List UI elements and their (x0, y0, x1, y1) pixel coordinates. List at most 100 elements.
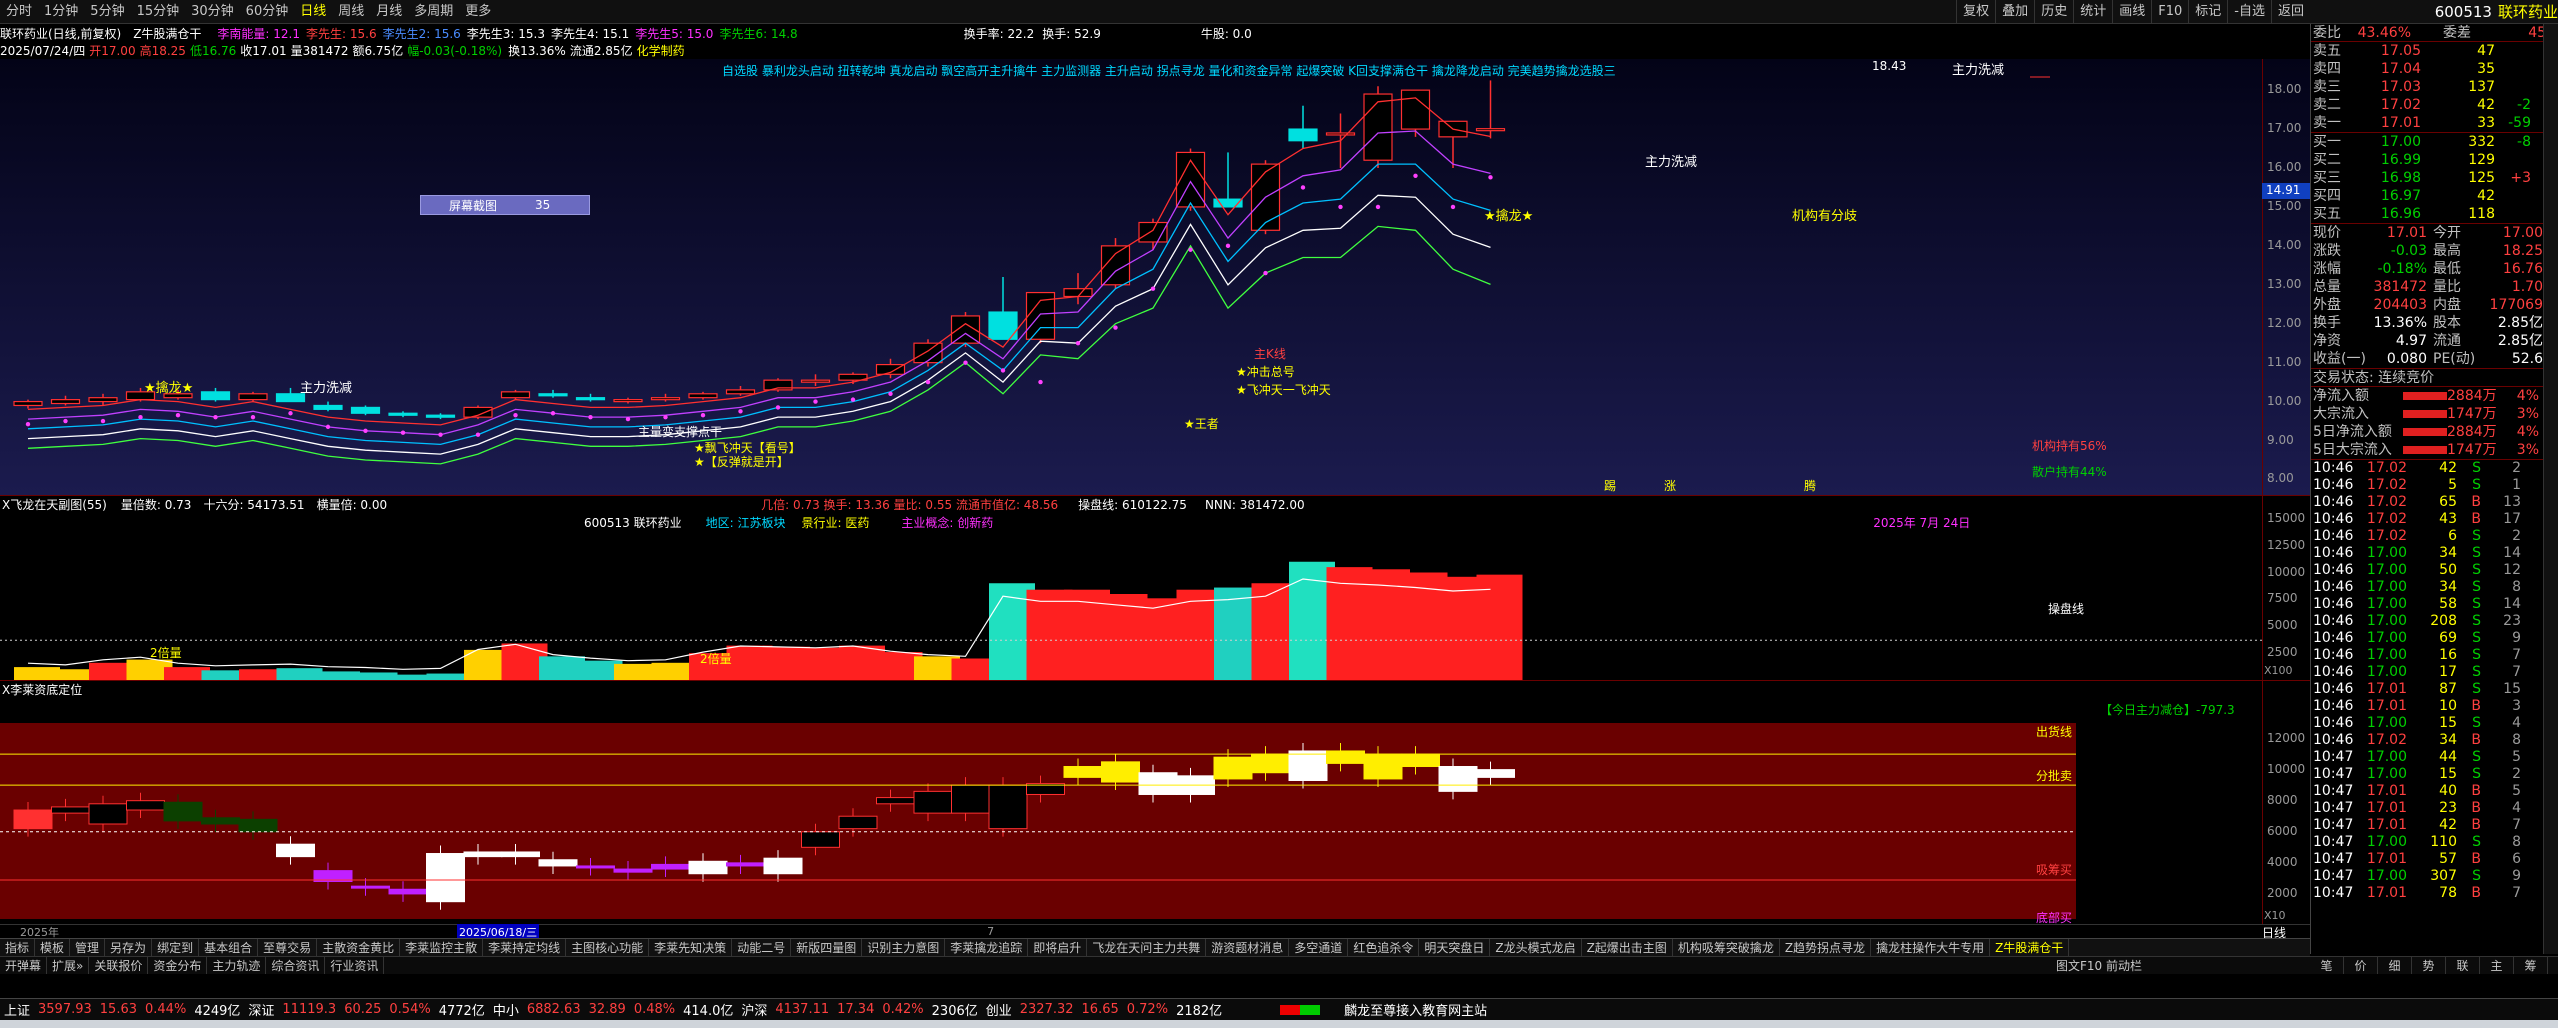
side-tab-6[interactable]: 筹 (2514, 956, 2548, 974)
tick-cell-0-4: 2 (2512, 460, 2521, 476)
toolbar-button-1[interactable]: 叠加 (1995, 0, 2034, 24)
cy-label[interactable]: 创业 (986, 1000, 1020, 1019)
indicator-tab-24[interactable]: 机构吸筹突破擒龙 (1673, 938, 1780, 957)
indicator-tab-13[interactable]: 新版四量图 (791, 938, 863, 957)
info-tab-5[interactable]: 综合资讯 (266, 956, 326, 975)
side-tab-1[interactable]: 价 (2344, 956, 2378, 974)
period-tab-7[interactable]: 周线 (332, 0, 370, 24)
period-tab-2[interactable]: 5分钟 (84, 0, 130, 24)
indicator-tab-21[interactable]: 明天突盘日 (1419, 938, 1491, 957)
side-tab-0[interactable]: 笔 (2310, 956, 2344, 974)
indicator-tab-12[interactable]: 动能二号 (732, 938, 792, 957)
indicator-tab-27[interactable]: Z牛股满仓干 (1990, 938, 2070, 957)
strategy-banner: 自选股 暴利龙头启动 扭转乾坤 真龙启动 飘空高开主升擒牛 主力监测器 主升启动… (722, 64, 1616, 78)
tick-row-21: 10:47 17.01 42 B 7 (2311, 817, 2558, 834)
indicator-tab-19[interactable]: 多空通道 (1289, 938, 1349, 957)
side-toolstrip[interactable] (2543, 24, 2558, 954)
indicator-tab-0[interactable]: 指标 (0, 938, 36, 957)
indicator-tab-25[interactable]: Z趋势拐点寻龙 (1780, 938, 1872, 957)
candle (725, 386, 756, 396)
period-tab-1[interactable]: 1分钟 (38, 0, 84, 24)
toolbar-button-3[interactable]: 统计 (2073, 0, 2112, 24)
volume-subchart[interactable]: X飞龙在天副图(55) 量倍数: 0.73 十六分: 54173.51 横量倍:… (0, 496, 2310, 680)
position-bar (1363, 746, 1403, 787)
indicator-tab-4[interactable]: 绑定到 (152, 938, 200, 957)
tick-row-9: 10:46 17.00 208 S 23 (2311, 613, 2558, 630)
indicator-tab-15[interactable]: 李莱擒龙追踪 (945, 938, 1029, 957)
position-bar (88, 795, 128, 832)
side-tab-4[interactable]: 联 (2446, 956, 2480, 974)
status-ad[interactable]: 麟龙至尊接入教育网主站 (1344, 1000, 1495, 1019)
screenshot-box[interactable]: 屏幕截图 35 (420, 195, 590, 215)
period-tab-4[interactable]: 30分钟 (185, 0, 240, 24)
tick-cell-25-4: 7 (2512, 885, 2521, 901)
main-kline-chart[interactable]: 自选股 暴利龙头启动 扭转乾坤 真龙启动 飘空高开主升擒牛 主力监测器 主升启动… (0, 59, 2310, 495)
toolbar-button-7[interactable]: -自选 (2227, 0, 2271, 24)
indicator-tab-8[interactable]: 李莱监控主散 (400, 938, 484, 957)
indicator-tab-3[interactable]: 另存为 (105, 938, 153, 957)
info-tab-6[interactable]: 行业资讯 (325, 956, 385, 975)
indicator-tab-7[interactable]: 主散资金黄比 (317, 938, 401, 957)
indicator-tab-20[interactable]: 红色追杀令 (1348, 938, 1420, 957)
side-tab-3[interactable]: 势 (2412, 956, 2446, 974)
tick-cell-14-2: 10 (2439, 698, 2457, 714)
side-tab-5[interactable]: 主 (2480, 956, 2514, 974)
indicator-tab-9[interactable]: 李莱持定均线 (483, 938, 567, 957)
period-tab-9[interactable]: 多周期 (408, 0, 459, 24)
toolbar-button-6[interactable]: 标记 (2188, 0, 2227, 24)
main-indicator-name[interactable]: Z牛股满仓干 (133, 25, 201, 42)
tick-row-4: 10:46 17.02 6 S 2 (2311, 528, 2558, 545)
stat-cell-3-1: 381472 (2373, 279, 2427, 295)
indicator-tab-16[interactable]: 即将启升 (1028, 938, 1088, 957)
period-tab-0[interactable]: 分时 (0, 0, 38, 24)
bottom-subchart[interactable]: X李莱资底定位 【今日主力减仓】-797.3 出货线 分批卖 吸筹买 底部买 1… (0, 681, 2310, 925)
indicator-tab-10[interactable]: 主图核心功能 (566, 938, 650, 957)
info-tab-3[interactable]: 资金分布 (148, 956, 208, 975)
toolbar-button-5[interactable]: F10 (2151, 0, 2188, 24)
candle (575, 393, 606, 402)
tick-cell-25-2: 78 (2439, 885, 2457, 901)
toolbar-button-4[interactable]: 画线 (2112, 0, 2151, 24)
indicator-tab-26[interactable]: 擒龙柱操作大牛专用 (1871, 938, 1991, 957)
zx-label[interactable]: 中小 (493, 1000, 527, 1019)
market-status-bar: 上证 3597.93 15.63 0.44% 4249亿 深证 11119.3 … (0, 998, 2558, 1020)
toolbar-button-8[interactable]: 返回 (2270, 0, 2310, 24)
period-tab-8[interactable]: 月线 (370, 0, 408, 24)
info-tab-4[interactable]: 主力轨迹 (207, 956, 267, 975)
indicator-tab-5[interactable]: 基本组合 (199, 938, 259, 957)
info-tab-1[interactable]: 扩展» (47, 956, 90, 975)
indicator-tab-1[interactable]: 模板 (35, 938, 71, 957)
indicator-tab-2[interactable]: 管理 (70, 938, 106, 957)
toolbar-button-0[interactable]: 复权 (1956, 0, 1995, 24)
period-tab-6[interactable]: 日线 (294, 0, 332, 24)
period-tab-3[interactable]: 15分钟 (131, 0, 186, 24)
signal-dot (888, 391, 893, 396)
indicator-tab-6[interactable]: 至尊交易 (258, 938, 318, 957)
stat-row-2: 涨幅 -0.18% 最低 16.76 (2311, 260, 2558, 278)
info-tab-2[interactable]: 关联报价 (89, 956, 149, 975)
indicator-tab-22[interactable]: Z龙头模式龙启 (1490, 938, 1582, 957)
period-tab-10[interactable]: 更多 (459, 0, 497, 24)
sz-label[interactable]: 深证 (248, 1000, 282, 1019)
flow-row-2: 5日净流入额 2884万 4% (2311, 423, 2558, 441)
indicator-tab-18[interactable]: 游资题材消息 (1206, 938, 1290, 957)
tick-row-14: 10:46 17.01 10 B 3 (2311, 698, 2558, 715)
indicator-tab-23[interactable]: Z起爆出击主图 (1582, 938, 1673, 957)
sh-label[interactable]: 上证 (0, 1000, 38, 1019)
hs-label[interactable]: 沪深 (741, 1000, 775, 1019)
side-tab-2[interactable]: 细 (2378, 956, 2412, 974)
position-bar (1401, 746, 1440, 775)
period-tab-5[interactable]: 60分钟 (240, 0, 295, 24)
f10-label[interactable]: 图文F10 前动栏 (2056, 957, 2142, 974)
sell-level-5-cell-2: 47 (2477, 43, 2495, 59)
taskbar-strip (0, 1020, 2558, 1028)
buy-level-1-cell-0: 买一 (2313, 134, 2341, 150)
info-tab-0[interactable]: 开弹幕 (0, 956, 48, 975)
signal-dot (63, 418, 68, 424)
indicator-tab-17[interactable]: 飞龙在天问主力共舞 (1087, 938, 1207, 957)
indicator-tab-14[interactable]: 识别主力意图 (862, 938, 946, 957)
tick-cell-4-3: S (2472, 528, 2481, 544)
turnover-rate: 换手率: 22.2 (963, 26, 1035, 41)
indicator-tab-11[interactable]: 李莱先知决策 (649, 938, 733, 957)
toolbar-button-2[interactable]: 历史 (2034, 0, 2073, 24)
